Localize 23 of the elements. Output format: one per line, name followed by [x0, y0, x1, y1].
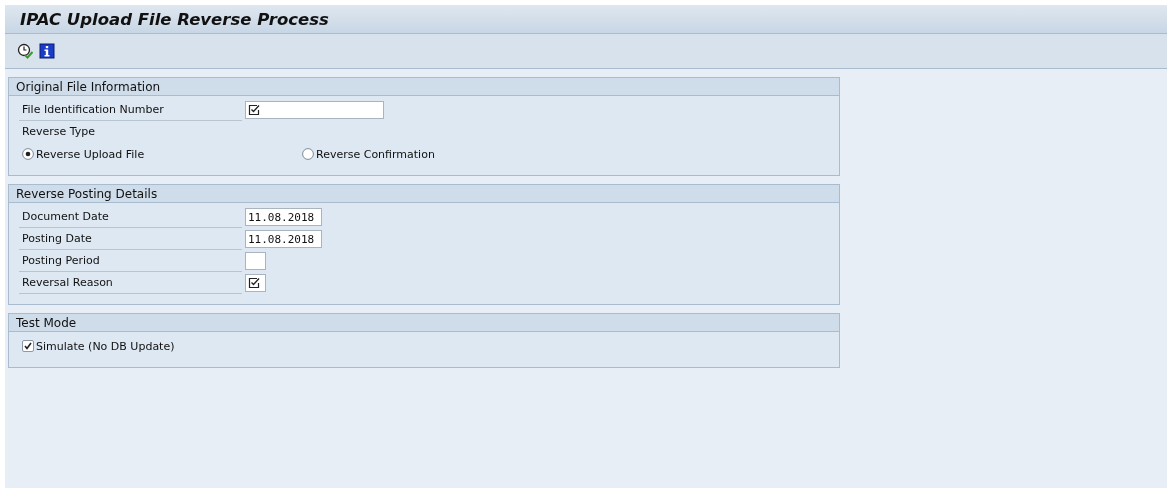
info-icon[interactable] — [39, 43, 55, 59]
field-label: Reversal Reason — [19, 272, 242, 294]
input-field[interactable]: 11.08.2018 — [245, 230, 322, 248]
radio-label: Reverse Upload File — [36, 147, 145, 161]
input-field[interactable] — [245, 274, 266, 292]
section-label: Reverse Type — [22, 125, 95, 138]
input-field[interactable] — [245, 101, 384, 119]
input-field[interactable]: 11.08.2018 — [245, 208, 322, 226]
field-label: File Identification Number — [19, 99, 242, 121]
input-field[interactable] — [245, 252, 266, 270]
group-title: Test Mode — [16, 315, 77, 330]
group-title: Original File Information — [16, 79, 161, 94]
field-label: Document Date — [19, 206, 242, 228]
clock-check-icon[interactable] — [17, 43, 33, 59]
radio-button[interactable] — [22, 148, 34, 160]
checkbox-label: Simulate (No DB Update) — [36, 339, 175, 353]
window-title: IPAC Upload File Reverse Process — [20, 9, 329, 29]
radio-button[interactable] — [302, 148, 314, 160]
field-label: Posting Period — [19, 250, 242, 272]
radio-option[interactable]: Reverse Upload File — [22, 147, 302, 161]
group-title: Reverse Posting Details — [16, 186, 158, 201]
field-label: Posting Date — [19, 228, 242, 250]
checkbox[interactable] — [22, 340, 34, 352]
